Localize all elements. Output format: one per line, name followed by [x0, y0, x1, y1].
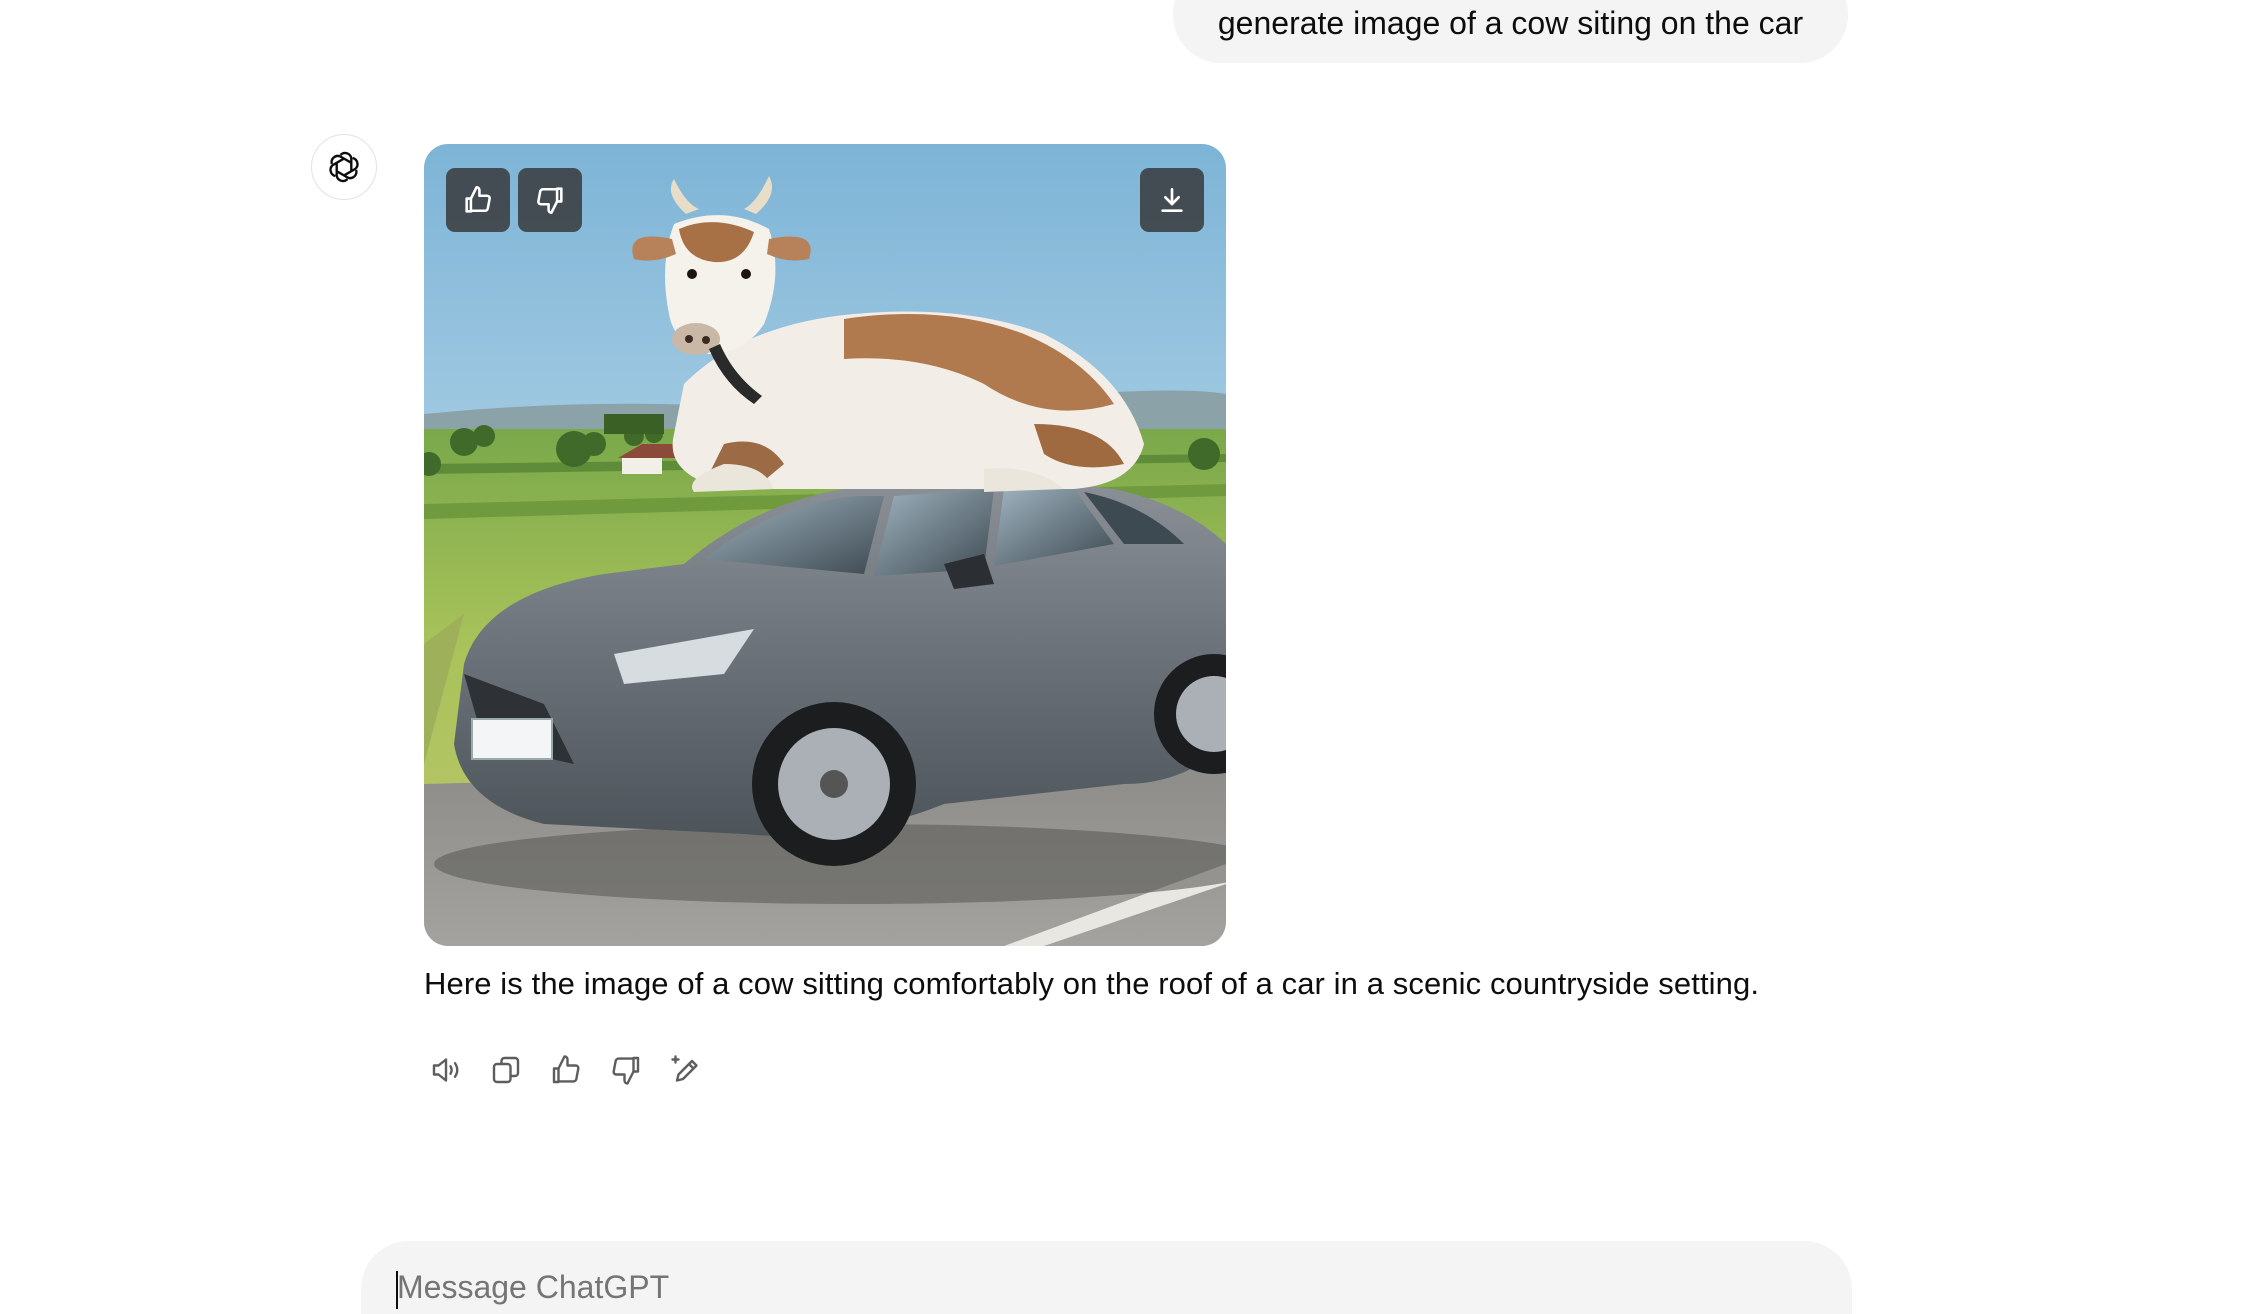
image-dislike-button[interactable]: [518, 168, 582, 232]
copy-icon: [492, 1056, 520, 1084]
openai-logo-icon: [329, 151, 359, 183]
thumbs-up-icon: [465, 185, 491, 213]
change-model-button[interactable]: [664, 1048, 708, 1092]
speaker-icon: [432, 1058, 459, 1082]
generated-image[interactable]: [424, 144, 1226, 946]
text-caret: [396, 1271, 398, 1309]
image-like-button[interactable]: [446, 168, 510, 232]
good-response-button[interactable]: [544, 1048, 588, 1092]
message-input[interactable]: [397, 1269, 1697, 1306]
message-actions: [424, 1048, 708, 1092]
thumbs-down-icon: [612, 1056, 640, 1085]
user-message-bubble: generate image of a cow siting on the ca…: [1173, 0, 1848, 63]
image-download-button[interactable]: [1140, 168, 1204, 232]
thumbs-up-icon: [552, 1055, 580, 1084]
thumbs-down-icon: [537, 187, 563, 215]
message-composer: [361, 1241, 1852, 1314]
cow-on-car-illustration: [424, 144, 1226, 946]
read-aloud-button[interactable]: [424, 1048, 468, 1092]
user-message-text: generate image of a cow siting on the ca…: [1217, 5, 1804, 41]
assistant-avatar: [311, 134, 377, 200]
bad-response-button[interactable]: [604, 1048, 648, 1092]
download-icon: [1161, 188, 1183, 212]
chat-page: generate image of a cow siting on the ca…: [0, 0, 2260, 1314]
assistant-message-text: Here is the image of a cow sitting comfo…: [424, 966, 1760, 1001]
sparkle-pen-icon: [671, 1055, 698, 1082]
copy-button[interactable]: [484, 1048, 528, 1092]
